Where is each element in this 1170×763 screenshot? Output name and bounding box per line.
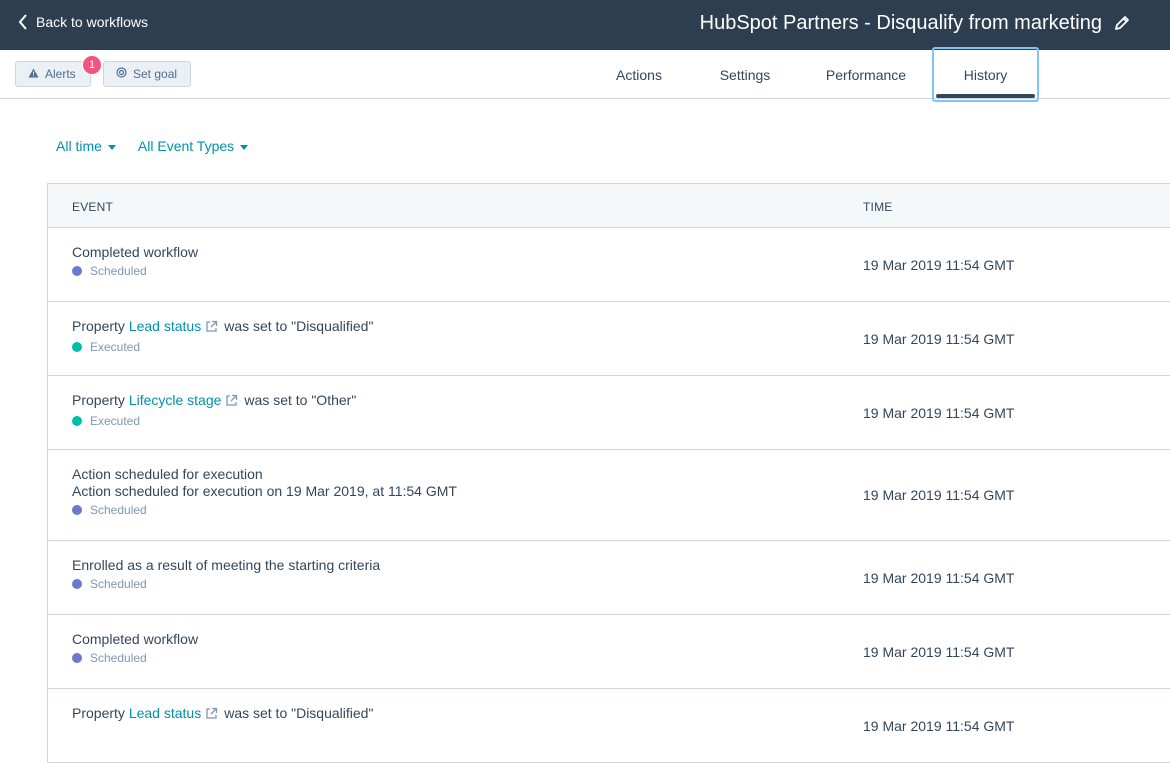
table-row: Property Lead status was set to "Disquali… — [48, 302, 1170, 376]
status-label: Scheduled — [90, 577, 147, 591]
tab-history[interactable]: History — [932, 47, 1039, 102]
status-dot — [72, 342, 82, 352]
time-cell: 19 Mar 2019 11:54 GMT — [863, 569, 1015, 586]
caret-down-icon — [240, 144, 249, 150]
time-cell: 19 Mar 2019 11:54 GMT — [863, 256, 1015, 273]
pencil-icon[interactable] — [1114, 15, 1130, 31]
active-tab-indicator — [936, 94, 1035, 98]
external-link-icon[interactable] — [205, 320, 218, 337]
time-cell: 19 Mar 2019 11:54 GMT — [863, 330, 1015, 347]
table-row: Completed workflow Scheduled 19 Mar 2019… — [48, 615, 1170, 689]
time-range-label: All time — [56, 138, 102, 154]
tab-performance[interactable]: Performance — [818, 50, 914, 99]
time-cell: 19 Mar 2019 11:54 GMT — [863, 717, 1015, 734]
tab-actions-label: Actions — [616, 66, 662, 83]
target-icon — [116, 67, 127, 81]
property-link-lifecycle-stage[interactable]: Lifecycle stage — [129, 392, 222, 408]
time-range-dropdown[interactable]: All time — [56, 138, 116, 154]
status-label: Scheduled — [90, 264, 147, 278]
tab-performance-label: Performance — [825, 66, 907, 83]
time-cell: 19 Mar 2019 11:54 GMT — [863, 404, 1015, 421]
table-row: Completed workflow Scheduled 19 Mar 2019… — [48, 228, 1170, 302]
property-suffix: was set to "Disqualified" — [224, 318, 374, 334]
time-cell: 19 Mar 2019 11:54 GMT — [863, 487, 1015, 503]
caret-down-icon — [107, 144, 116, 150]
property-suffix: was set to "Disqualified" — [224, 705, 374, 721]
time-cell: 19 Mar 2019 11:54 GMT — [863, 643, 1015, 660]
table-header: EVENT TIME — [48, 184, 1170, 228]
tab-settings-label: Settings — [719, 66, 771, 83]
status-label: Executed — [90, 340, 141, 354]
tab-settings[interactable]: Settings — [706, 50, 784, 99]
event-types-label: All Event Types — [137, 138, 235, 154]
set-goal-button[interactable]: Set goal — [103, 61, 191, 87]
history-table: EVENT TIME Completed workflow Scheduled … — [47, 183, 1170, 763]
status-dot — [72, 579, 82, 589]
table-row: Property Lead status was set to "Disquali… — [48, 689, 1170, 763]
property-link-lead-status[interactable]: Lead status — [129, 705, 201, 721]
property-suffix: was set to "Other" — [244, 392, 357, 408]
workflow-title: HubSpot Partners - Disqualify from marke… — [700, 9, 1130, 37]
history-filters: All time All Event Types — [56, 136, 249, 156]
alerts-label: Alerts — [45, 67, 76, 81]
status-label: Scheduled — [90, 503, 147, 517]
status-label: Executed — [90, 414, 141, 428]
alerts-button[interactable]: Alerts — [15, 61, 91, 87]
table-row: Action scheduled for execution Action sc… — [48, 450, 1170, 541]
property-prefix: Property — [72, 392, 125, 408]
alerts-count-badge: 1 — [82, 55, 102, 75]
top-bar: Back to workflows HubSpot Partners - Dis… — [0, 0, 1170, 50]
property-prefix: Property — [72, 318, 125, 334]
workflow-toolbar: Alerts 1 Set goal Actions Settings Perfo… — [0, 47, 1170, 102]
status-label: Scheduled — [90, 651, 147, 665]
status-dot — [72, 653, 82, 663]
table-row: Property Lifecycle stage was set to "Othe… — [48, 376, 1170, 450]
property-link-lead-status[interactable]: Lead status — [129, 318, 201, 334]
column-header-event: EVENT — [72, 200, 114, 214]
status-dot — [72, 416, 82, 426]
set-goal-label: Set goal — [133, 67, 178, 81]
event-types-dropdown[interactable]: All Event Types — [137, 138, 249, 154]
workflow-title-text: HubSpot Partners - Disqualify from marke… — [699, 11, 1102, 34]
warning-icon — [28, 67, 39, 81]
tab-actions[interactable]: Actions — [600, 50, 678, 99]
external-link-icon[interactable] — [225, 394, 238, 411]
tab-history-label: History — [963, 66, 1008, 83]
external-link-icon[interactable] — [205, 707, 218, 724]
chevron-left-icon — [18, 14, 28, 30]
column-header-time: TIME — [863, 200, 893, 214]
back-to-workflows-link[interactable]: Back to workflows — [18, 10, 148, 34]
property-prefix: Property — [72, 705, 125, 721]
status-dot — [72, 266, 82, 276]
status-dot — [72, 505, 82, 515]
back-link-label: Back to workflows — [36, 14, 149, 30]
table-row: Enrolled as a result of meeting the star… — [48, 541, 1170, 615]
